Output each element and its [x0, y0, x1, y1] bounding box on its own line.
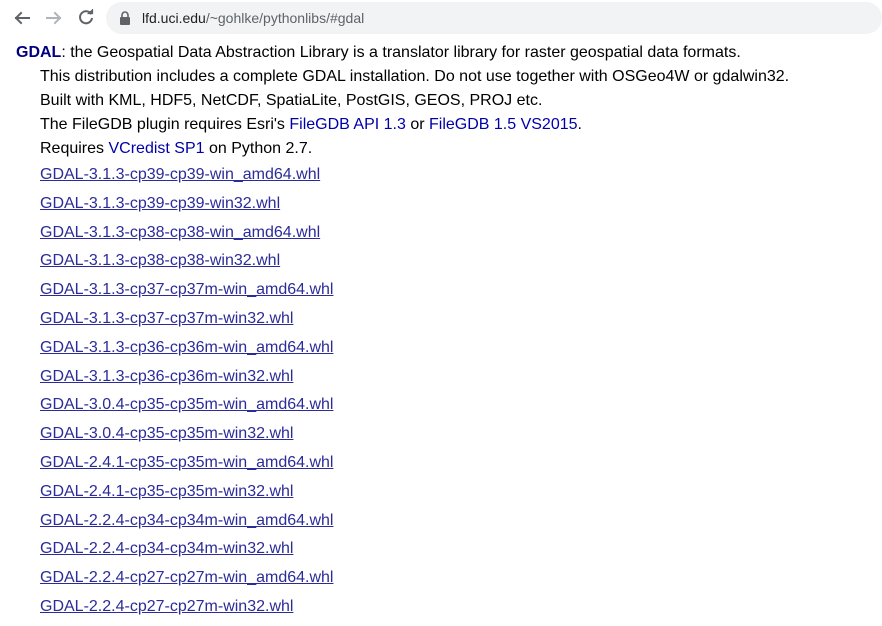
list-item: GDAL-3.0.4-cp35-cp35m-win_amd64.whl	[40, 394, 333, 423]
download-link[interactable]: GDAL-3.1.3-cp39-cp39-win32.whl	[40, 195, 280, 212]
list-item: GDAL-3.1.3-cp38-cp38-win32.whl	[40, 250, 333, 279]
download-link[interactable]: GDAL-3.1.3-cp37-cp37m-win32.whl	[40, 310, 293, 327]
list-item: GDAL-2.2.4-cp34-cp34m-win32.whl	[40, 538, 333, 567]
filegdb-api-13-link[interactable]: FileGDB API 1.3	[289, 116, 406, 133]
download-link[interactable]: GDAL-3.1.3-cp38-cp38-win32.whl	[40, 252, 280, 269]
url-host: lfd.uci.edu	[142, 10, 206, 26]
list-item: GDAL-3.1.3-cp38-cp38-win_amd64.whl	[40, 222, 333, 251]
url-text[interactable]: lfd.uci.edu/~gohlke/pythonlibs/#gdal	[142, 9, 364, 27]
list-item: GDAL-3.1.3-cp39-cp39-win_amd64.whl	[40, 164, 333, 193]
browser-toolbar: lfd.uci.edu/~gohlke/pythonlibs/#gdal	[0, 0, 882, 36]
forward-icon[interactable]	[42, 6, 66, 30]
list-item: GDAL-3.0.4-cp35-cp35m-win32.whl	[40, 423, 333, 452]
list-item: GDAL-2.4.1-cp35-cp35m-win32.whl	[40, 481, 333, 510]
list-item: GDAL-3.1.3-cp37-cp37m-win32.whl	[40, 308, 333, 337]
download-link[interactable]: GDAL-2.2.4-cp27-cp27m-win32.whl	[40, 598, 293, 615]
description-line-3: Built with KML, HDF5, NetCDF, SpatiaLite…	[40, 92, 543, 109]
filegdb-15-link[interactable]: FileGDB 1.5 VS2015	[429, 116, 578, 133]
back-icon[interactable]	[10, 6, 34, 30]
description-line-2: This distribution includes a complete GD…	[40, 68, 790, 85]
line4-suffix: .	[577, 116, 582, 133]
download-list: GDAL-3.1.3-cp39-cp39-win_amd64.whl GDAL-…	[40, 164, 333, 625]
description-line-1: GDAL: the Geospatial Data Abstraction Li…	[16, 41, 789, 65]
download-link[interactable]: GDAL-2.2.4-cp34-cp34m-win32.whl	[40, 540, 293, 557]
line4-mid: or	[405, 116, 429, 133]
list-item: GDAL-3.1.3-cp36-cp36m-win32.whl	[40, 366, 333, 395]
download-link[interactable]: GDAL-3.1.3-cp37-cp37m-win_amd64.whl	[40, 281, 333, 298]
lock-icon[interactable]	[119, 11, 131, 30]
description-line-5: Requires VCredist SP1 on Python 2.7.	[16, 137, 789, 161]
download-link[interactable]: GDAL-2.2.4-cp27-cp27m-win_amd64.whl	[40, 569, 333, 586]
package-description: GDAL: the Geospatial Data Abstraction Li…	[16, 41, 789, 161]
list-item: GDAL-2.2.4-cp34-cp34m-win_amd64.whl	[40, 510, 333, 539]
list-item: GDAL-3.1.3-cp37-cp37m-win_amd64.whl	[40, 279, 333, 308]
url-path: /~gohlke/pythonlibs/#gdal	[205, 10, 365, 26]
line5-prefix: Requires	[40, 140, 109, 157]
list-item: GDAL-3.1.3-cp39-cp39-win32.whl	[40, 193, 333, 222]
list-item: GDAL-2.4.1-cp35-cp35m-win_amd64.whl	[40, 452, 333, 481]
package-summary: : the Geospatial Data Abstraction Librar…	[61, 44, 741, 61]
download-link[interactable]: GDAL-3.1.3-cp36-cp36m-win_amd64.whl	[40, 339, 333, 356]
package-name: GDAL	[16, 44, 62, 61]
download-link[interactable]: GDAL-3.1.3-cp39-cp39-win_amd64.whl	[40, 166, 320, 183]
download-link[interactable]: GDAL-2.2.4-cp34-cp34m-win_amd64.whl	[40, 512, 333, 529]
download-link[interactable]: GDAL-3.1.3-cp36-cp36m-win32.whl	[40, 368, 293, 385]
description-line-4: The FileGDB plugin requires Esri's FileG…	[16, 113, 789, 137]
download-link[interactable]: GDAL-2.4.1-cp35-cp35m-win32.whl	[40, 483, 293, 500]
line4-prefix: The FileGDB plugin requires Esri's	[40, 116, 290, 133]
download-link[interactable]: GDAL-3.1.3-cp38-cp38-win_amd64.whl	[40, 224, 320, 241]
list-item: GDAL-2.2.4-cp27-cp27m-win32.whl	[40, 596, 333, 625]
address-bar[interactable]: lfd.uci.edu/~gohlke/pythonlibs/#gdal	[106, 2, 882, 34]
reload-icon[interactable]	[74, 6, 98, 30]
download-link[interactable]: GDAL-3.0.4-cp35-cp35m-win_amd64.whl	[40, 396, 333, 413]
vcredist-link[interactable]: VCredist SP1	[108, 140, 204, 157]
download-link[interactable]: GDAL-3.0.4-cp35-cp35m-win32.whl	[40, 425, 293, 442]
line5-suffix: on Python 2.7.	[204, 140, 313, 157]
list-item: GDAL-3.1.3-cp36-cp36m-win_amd64.whl	[40, 337, 333, 366]
download-link[interactable]: GDAL-2.4.1-cp35-cp35m-win_amd64.whl	[40, 454, 333, 471]
list-item: GDAL-2.2.4-cp27-cp27m-win_amd64.whl	[40, 567, 333, 596]
